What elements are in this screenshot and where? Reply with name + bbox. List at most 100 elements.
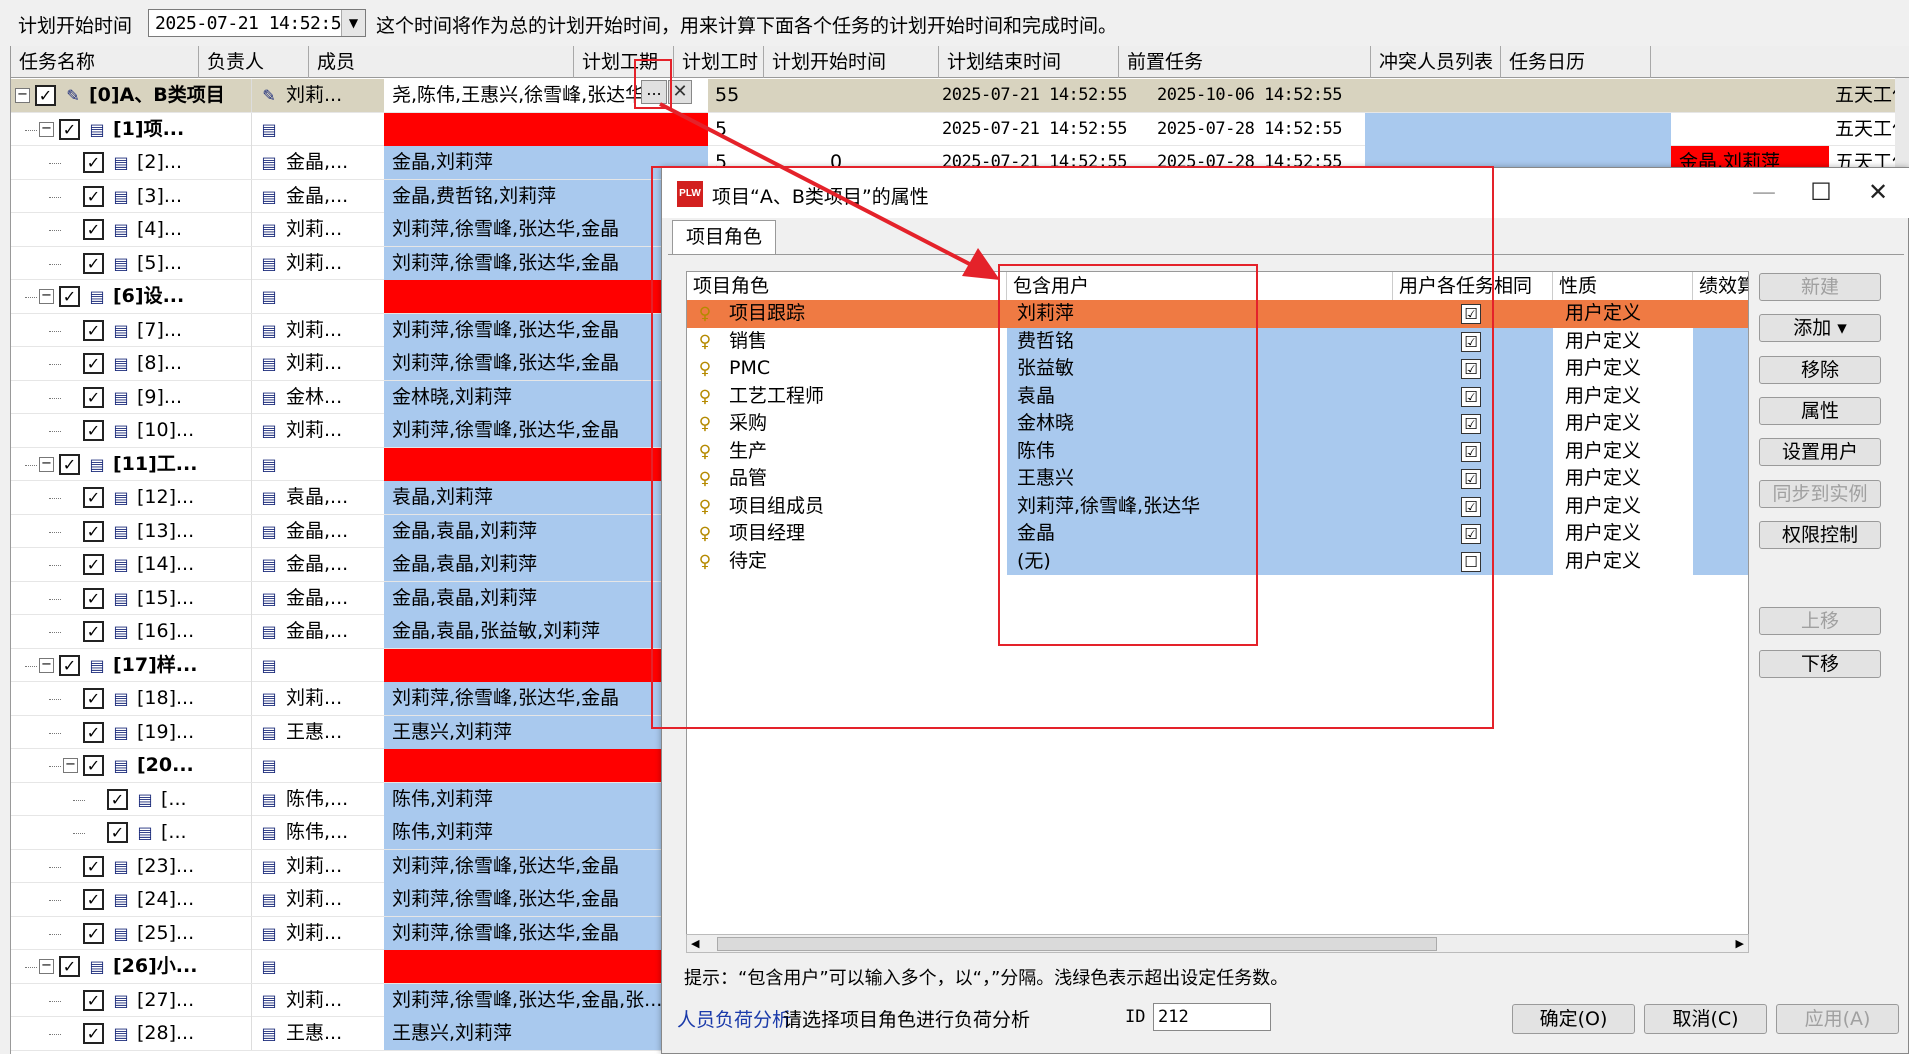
- task-name-cell[interactable]: ✓ ▤ [18]...: [11, 682, 251, 715]
- load-analysis-link[interactable]: 人员负荷分析: [677, 1005, 791, 1032]
- task-name-cell[interactable]: ✓ ▤ [...: [11, 816, 251, 849]
- task-name-cell[interactable]: ✓ ▤ [27]...: [11, 984, 251, 1017]
- task-name-cell[interactable]: ✓ ▤ [8]...: [11, 347, 251, 380]
- end-cell[interactable]: 2025-07-28 14:52:55: [1145, 113, 1365, 146]
- owner-cell[interactable]: ▤ 金晶,...: [251, 179, 383, 213]
- chevron-down-icon[interactable]: ▼: [341, 10, 365, 36]
- members-cell[interactable]: 刘莉萍,徐雪峰,张达华,金晶,张...: [384, 983, 708, 1017]
- arrow-right-icon[interactable]: ▶: [1736, 935, 1744, 952]
- add-button[interactable]: 添加 ▾: [1759, 314, 1881, 342]
- nature-cell[interactable]: 用户定义: [1553, 383, 1693, 411]
- task-checkbox[interactable]: ✓: [83, 185, 104, 207]
- members-cell[interactable]: 刘莉萍,徐雪峰,张达华,金晶: [384, 916, 708, 950]
- owner-cell[interactable]: ▤ 金晶,...: [251, 615, 383, 648]
- col-conflict[interactable]: 冲突人员列表: [1371, 46, 1501, 78]
- id-field[interactable]: 212: [1153, 1003, 1271, 1031]
- remove-button[interactable]: 移除: [1759, 356, 1881, 384]
- owner-cell[interactable]: ✎ 刘莉...: [251, 79, 383, 112]
- task-checkbox[interactable]: ✓: [83, 721, 104, 743]
- move-down-button[interactable]: 下移: [1759, 650, 1881, 678]
- collapse-icon[interactable]: −: [63, 758, 78, 773]
- task-checkbox[interactable]: ✓: [83, 252, 104, 274]
- perf-cell[interactable]: [1693, 465, 1748, 493]
- task-name-cell[interactable]: ✓ ▤ [...: [11, 783, 251, 816]
- task-checkbox[interactable]: ✓: [83, 386, 104, 408]
- task-checkbox[interactable]: ✓: [83, 520, 104, 542]
- nature-cell[interactable]: 用户定义: [1553, 520, 1693, 548]
- task-name-cell[interactable]: ✓ ▤ [9]...: [11, 381, 251, 414]
- collapse-icon[interactable]: −: [39, 289, 54, 304]
- task-checkbox[interactable]: ✓: [83, 889, 104, 910]
- nature-cell[interactable]: 用户定义: [1553, 465, 1693, 493]
- owner-cell[interactable]: ▤ 刘莉...: [251, 983, 383, 1017]
- owner-cell[interactable]: ▤ 金晶,...: [251, 548, 383, 581]
- task-checkbox[interactable]: ✓: [35, 85, 56, 106]
- col-predecessor[interactable]: 前置任务: [1119, 46, 1371, 78]
- task-checkbox[interactable]: ✓: [83, 353, 104, 374]
- owner-cell[interactable]: ▤ 袁晶,...: [251, 481, 383, 514]
- task-checkbox[interactable]: ✓: [59, 286, 80, 307]
- owner-cell[interactable]: ▤ 刘莉...: [251, 883, 383, 916]
- work-cell[interactable]: [820, 79, 930, 112]
- minimize-icon[interactable]: —: [1737, 174, 1791, 212]
- perf-cell[interactable]: [1693, 520, 1748, 548]
- owner-cell[interactable]: ▤: [251, 112, 383, 146]
- col-members[interactable]: 成员: [309, 46, 574, 78]
- task-checkbox[interactable]: ✓: [59, 956, 80, 977]
- owner-cell[interactable]: ▤: [251, 950, 383, 983]
- col-calendar[interactable]: 任务日历: [1501, 46, 1651, 78]
- members-cell[interactable]: 刘莉萍,徐雪峰,张达华,金晶: [384, 883, 708, 916]
- collapse-icon[interactable]: −: [39, 657, 54, 673]
- owner-cell[interactable]: ▤ 刘莉...: [251, 347, 383, 380]
- properties-button[interactable]: 属性: [1759, 397, 1881, 425]
- predecessor-cell[interactable]: [1365, 112, 1671, 146]
- task-name-cell[interactable]: ✓ ▤ [5]...: [11, 247, 251, 280]
- table-row[interactable]: − ✓ ▤ [1]项... ▤ 5 2025-07-21 14:52:55 2025-07-2…: [11, 112, 1909, 146]
- collapse-icon[interactable]: −: [39, 959, 54, 974]
- owner-cell[interactable]: ▤ 金晶,...: [251, 514, 383, 548]
- task-name-cell[interactable]: − ✓ ▤ [26]小...: [11, 950, 251, 983]
- task-checkbox[interactable]: ✓: [83, 219, 104, 240]
- task-checkbox[interactable]: ✓: [83, 621, 104, 642]
- task-name-cell[interactable]: ✓ ▤ [23]...: [11, 850, 251, 883]
- task-checkbox[interactable]: ✓: [83, 688, 104, 709]
- owner-cell[interactable]: ▤: [251, 280, 383, 313]
- task-name-cell[interactable]: − ✓ ▤ [20...: [11, 749, 251, 782]
- end-cell[interactable]: 2025-10-06 14:52:55: [1145, 79, 1365, 112]
- task-checkbox[interactable]: ✓: [59, 118, 80, 140]
- new-button[interactable]: 新建: [1759, 273, 1881, 301]
- start-cell[interactable]: 2025-07-21 14:52:55: [930, 113, 1145, 146]
- duration-cell[interactable]: 55: [708, 79, 820, 112]
- task-checkbox[interactable]: ✓: [59, 453, 80, 475]
- task-checkbox[interactable]: ✓: [83, 152, 104, 173]
- task-name-cell[interactable]: ✓ ▤ [13]...: [11, 515, 251, 548]
- task-name-cell[interactable]: ✓ ▤ [7]...: [11, 314, 251, 347]
- owner-cell[interactable]: ▤ 刘莉...: [251, 213, 383, 246]
- task-name-cell[interactable]: ✓ ▤ [14]...: [11, 548, 251, 581]
- close-icon[interactable]: ✕: [1851, 174, 1905, 212]
- owner-cell[interactable]: ▤ 金晶,...: [251, 581, 383, 615]
- task-name-cell[interactable]: ✓ ▤ [12]...: [11, 481, 251, 514]
- task-checkbox[interactable]: ✓: [83, 1023, 104, 1044]
- perf-cell[interactable]: [1693, 437, 1748, 465]
- predecessor-cell[interactable]: [1365, 79, 1671, 112]
- plan-start-combo[interactable]: 2025-07-21 14:52:55 ▼: [148, 9, 366, 37]
- owner-cell[interactable]: ▤ 刘莉...: [251, 313, 383, 347]
- move-up-button[interactable]: 上移: [1759, 607, 1881, 635]
- task-name-cell[interactable]: ✓ ▤ [10]...: [11, 414, 251, 447]
- owner-cell[interactable]: ▤ 陈伟,...: [251, 782, 383, 816]
- owner-cell[interactable]: ▤: [251, 648, 383, 682]
- perf-cell[interactable]: [1693, 300, 1748, 328]
- task-name-cell[interactable]: ✓ ▤ [24]...: [11, 883, 251, 916]
- task-checkbox[interactable]: ✓: [83, 989, 104, 1011]
- arrow-left-icon[interactable]: ◀: [691, 935, 699, 952]
- owner-cell[interactable]: ▤ 刘莉...: [251, 414, 383, 447]
- col-work[interactable]: 计划工时: [674, 46, 764, 78]
- task-name-cell[interactable]: − ✓ ▤ [11]工...: [11, 448, 251, 481]
- scroll-thumb[interactable]: [717, 937, 1437, 951]
- task-checkbox[interactable]: ✓: [83, 420, 104, 441]
- owner-cell[interactable]: ▤ 陈伟,...: [251, 816, 383, 849]
- nature-cell[interactable]: 用户定义: [1553, 328, 1693, 356]
- col-owner[interactable]: 负责人: [199, 46, 309, 78]
- col-task-name[interactable]: 任务名称: [11, 46, 199, 78]
